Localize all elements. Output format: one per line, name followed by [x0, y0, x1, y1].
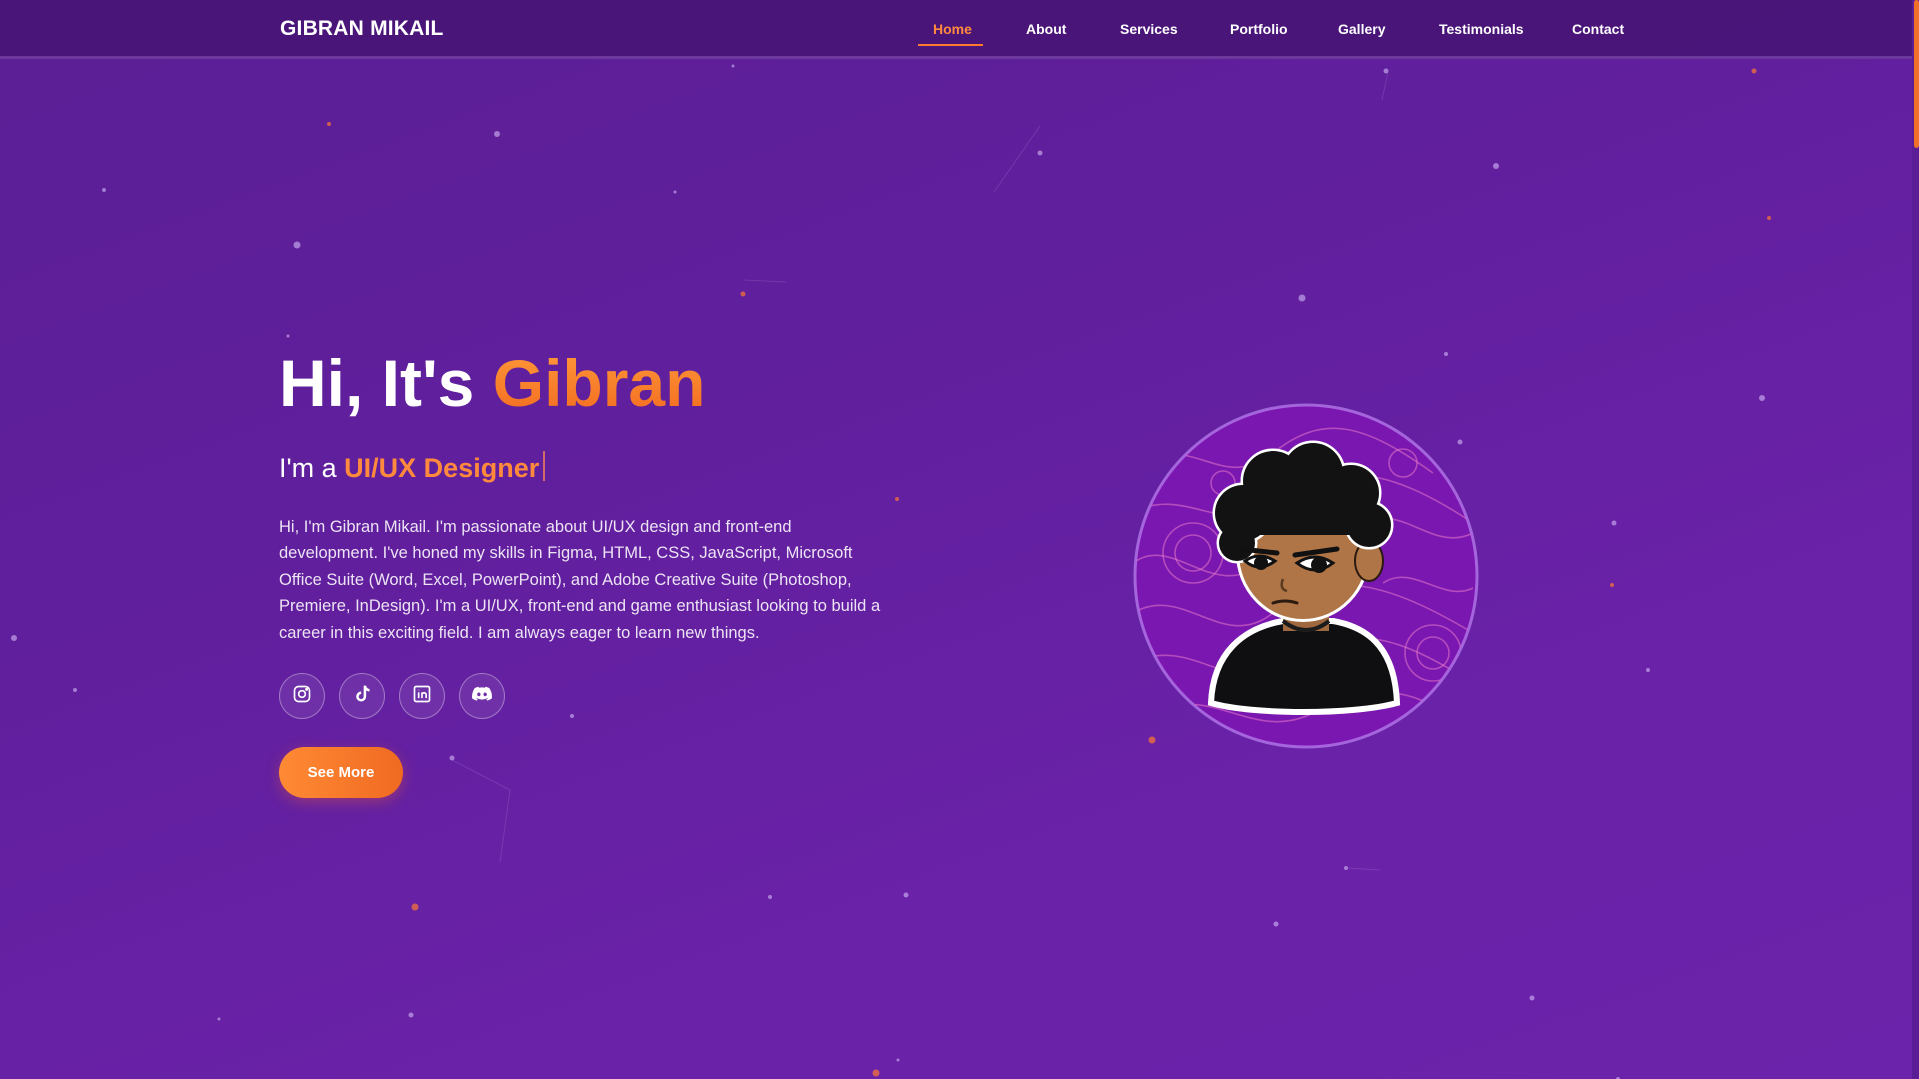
typing-cursor	[543, 451, 546, 481]
nav-link-home[interactable]: Home	[933, 21, 972, 37]
discord-link[interactable]	[459, 673, 505, 719]
page: GIBRAN MIKAIL Home About Services Portfo…	[0, 0, 1919, 1079]
instagram-icon	[292, 684, 312, 709]
top-navbar: GIBRAN MIKAIL Home About Services Portfo…	[0, 0, 1912, 59]
nav-link-testimonials[interactable]: Testimonials	[1439, 21, 1524, 37]
nav-link-contact[interactable]: Contact	[1572, 21, 1624, 37]
tiktok-icon	[352, 683, 372, 710]
tiktok-link[interactable]	[339, 673, 385, 719]
typed-role: UI/UX Designer	[344, 453, 540, 483]
scrollbar-track[interactable]	[1912, 0, 1919, 1079]
hero-name: Gibran	[492, 346, 706, 420]
linkedin-icon	[412, 684, 432, 709]
nav-link-portfolio[interactable]: Portfolio	[1230, 21, 1288, 37]
scrollbar-thumb[interactable]	[1914, 0, 1919, 148]
cartoon-avatar	[1133, 403, 1479, 749]
brand-logo[interactable]: GIBRAN MIKAIL	[280, 17, 444, 41]
hero-subtitle: I'm a UI/UX Designer	[279, 450, 546, 486]
hero-title: Hi, It's Gibran	[279, 343, 705, 423]
nav-link-gallery[interactable]: Gallery	[1338, 21, 1385, 37]
hero-greeting: Hi, It's	[279, 346, 493, 420]
hero-bio: Hi, I'm Gibran Mikail. I'm passionate ab…	[279, 518, 881, 642]
linkedin-link[interactable]	[399, 673, 445, 719]
active-nav-indicator	[918, 44, 983, 46]
discord-icon	[471, 685, 493, 708]
subtitle-prefix: I'm a	[279, 453, 345, 483]
avatar	[1133, 403, 1479, 749]
see-more-button[interactable]: See More	[279, 747, 403, 798]
instagram-link[interactable]	[279, 673, 325, 719]
nav-link-about[interactable]: About	[1026, 21, 1066, 37]
nav-link-services[interactable]: Services	[1120, 21, 1178, 37]
